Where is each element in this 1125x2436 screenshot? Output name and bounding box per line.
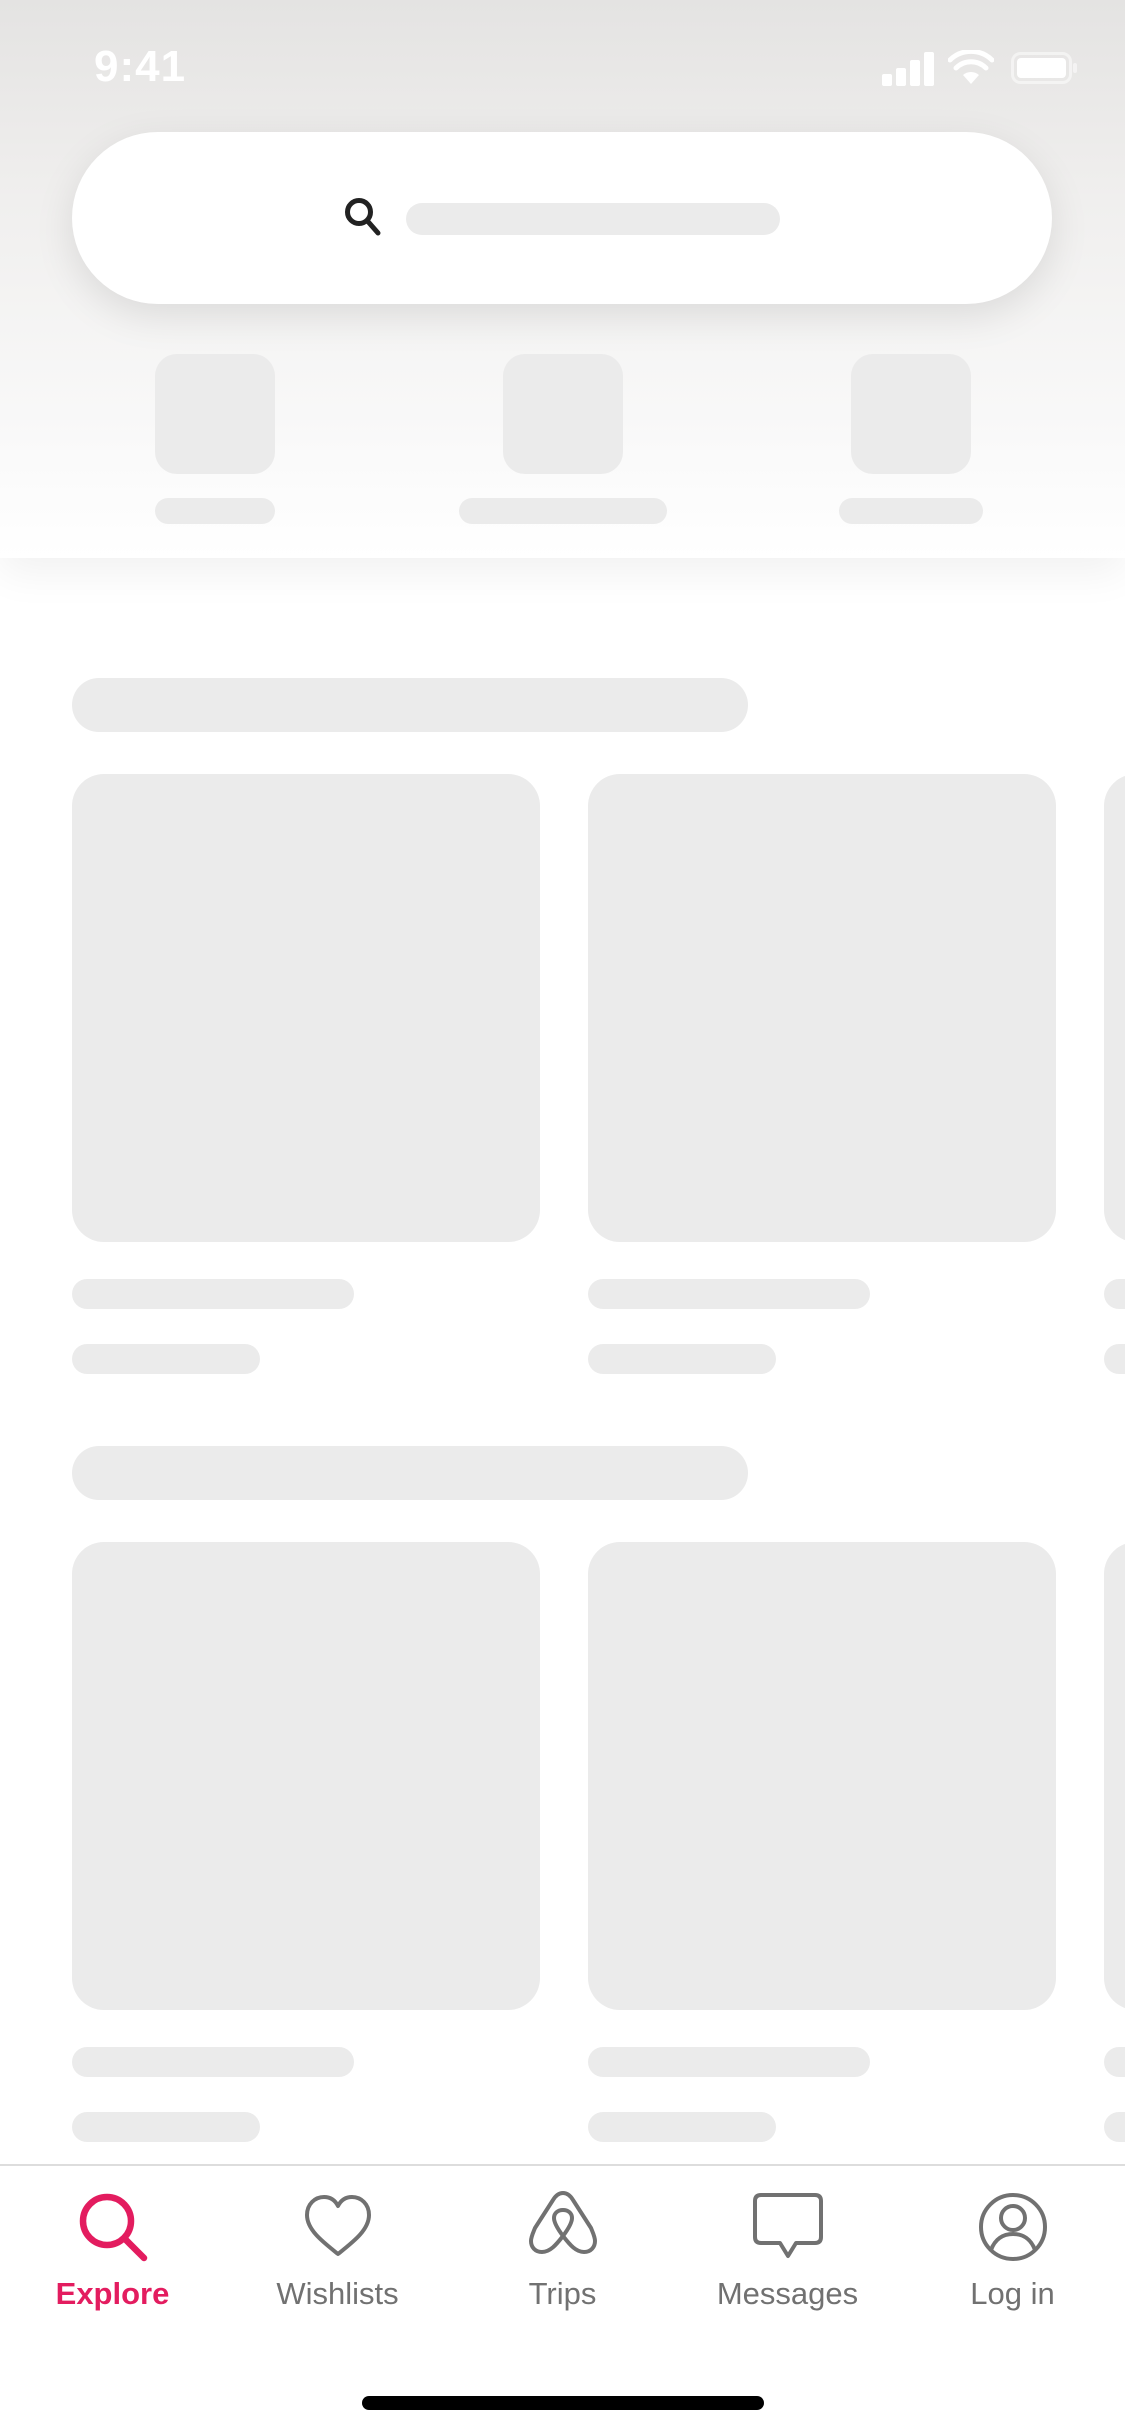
section-title-skeleton bbox=[72, 1446, 748, 1500]
listing-subtitle-skeleton bbox=[1104, 1344, 1125, 1374]
category-label-skeleton bbox=[459, 498, 667, 524]
category-icon-skeleton bbox=[851, 354, 971, 474]
listing-subtitle-skeleton bbox=[588, 2112, 776, 2142]
listing-image-skeleton[interactable] bbox=[1104, 774, 1125, 1242]
status-time: 9:41 bbox=[94, 42, 187, 91]
category-label-skeleton bbox=[155, 498, 275, 524]
category-icon-skeleton bbox=[503, 354, 623, 474]
listing-title-skeleton bbox=[1104, 1279, 1125, 1309]
tab-explore[interactable]: Explore bbox=[0, 2190, 225, 2340]
listing-image-skeleton[interactable] bbox=[72, 1542, 540, 2010]
category-label-skeleton bbox=[839, 498, 983, 524]
search-placeholder-skeleton bbox=[406, 203, 780, 235]
listing-image-skeleton[interactable] bbox=[588, 774, 1056, 1242]
listing-subtitle-skeleton bbox=[1104, 2112, 1125, 2142]
listing-subtitle-skeleton bbox=[72, 1344, 260, 1374]
tab-label: Explore bbox=[55, 2276, 170, 2311]
listing-subtitle-skeleton bbox=[72, 2112, 260, 2142]
listing-title-skeleton bbox=[588, 2047, 870, 2077]
listing-image-skeleton[interactable] bbox=[588, 1542, 1056, 2010]
airbnb-logo-icon bbox=[528, 2191, 597, 2254]
tab-label: Messages bbox=[716, 2276, 859, 2311]
tab-label: Log in bbox=[970, 2276, 1055, 2311]
listing-title-skeleton bbox=[588, 1279, 870, 1309]
tab-login[interactable]: Log in bbox=[900, 2190, 1125, 2340]
listing-title-skeleton bbox=[72, 2047, 354, 2077]
listing-image-skeleton[interactable] bbox=[1104, 1542, 1125, 2010]
search-icon bbox=[79, 2193, 147, 2262]
search-icon bbox=[345, 198, 381, 236]
home-indicator bbox=[362, 2396, 764, 2410]
wifi-icon bbox=[948, 50, 994, 84]
app-screen: 9:41 Explore Wishlists Trips Messages Lo… bbox=[0, 0, 1125, 2436]
tab-label: Trips bbox=[528, 2276, 597, 2311]
listing-subtitle-skeleton bbox=[588, 1344, 776, 1374]
listing-title-skeleton bbox=[72, 1279, 354, 1309]
user-circle-icon bbox=[978, 2193, 1047, 2261]
listing-title-skeleton bbox=[1104, 2047, 1125, 2077]
cellular-signal-icon bbox=[882, 52, 934, 86]
chat-bubble-icon bbox=[752, 2193, 823, 2258]
section-title-skeleton bbox=[72, 678, 748, 732]
tab-trips[interactable]: Trips bbox=[450, 2190, 675, 2340]
tab-messages[interactable]: Messages bbox=[675, 2190, 900, 2340]
tab-wishlists[interactable]: Wishlists bbox=[225, 2190, 450, 2340]
tab-label: Wishlists bbox=[276, 2276, 399, 2311]
heart-icon bbox=[304, 2195, 371, 2256]
listing-image-skeleton[interactable] bbox=[72, 774, 540, 1242]
category-icon-skeleton bbox=[155, 354, 275, 474]
battery-icon bbox=[1011, 52, 1077, 84]
header: 9:41 bbox=[0, 0, 1125, 558]
